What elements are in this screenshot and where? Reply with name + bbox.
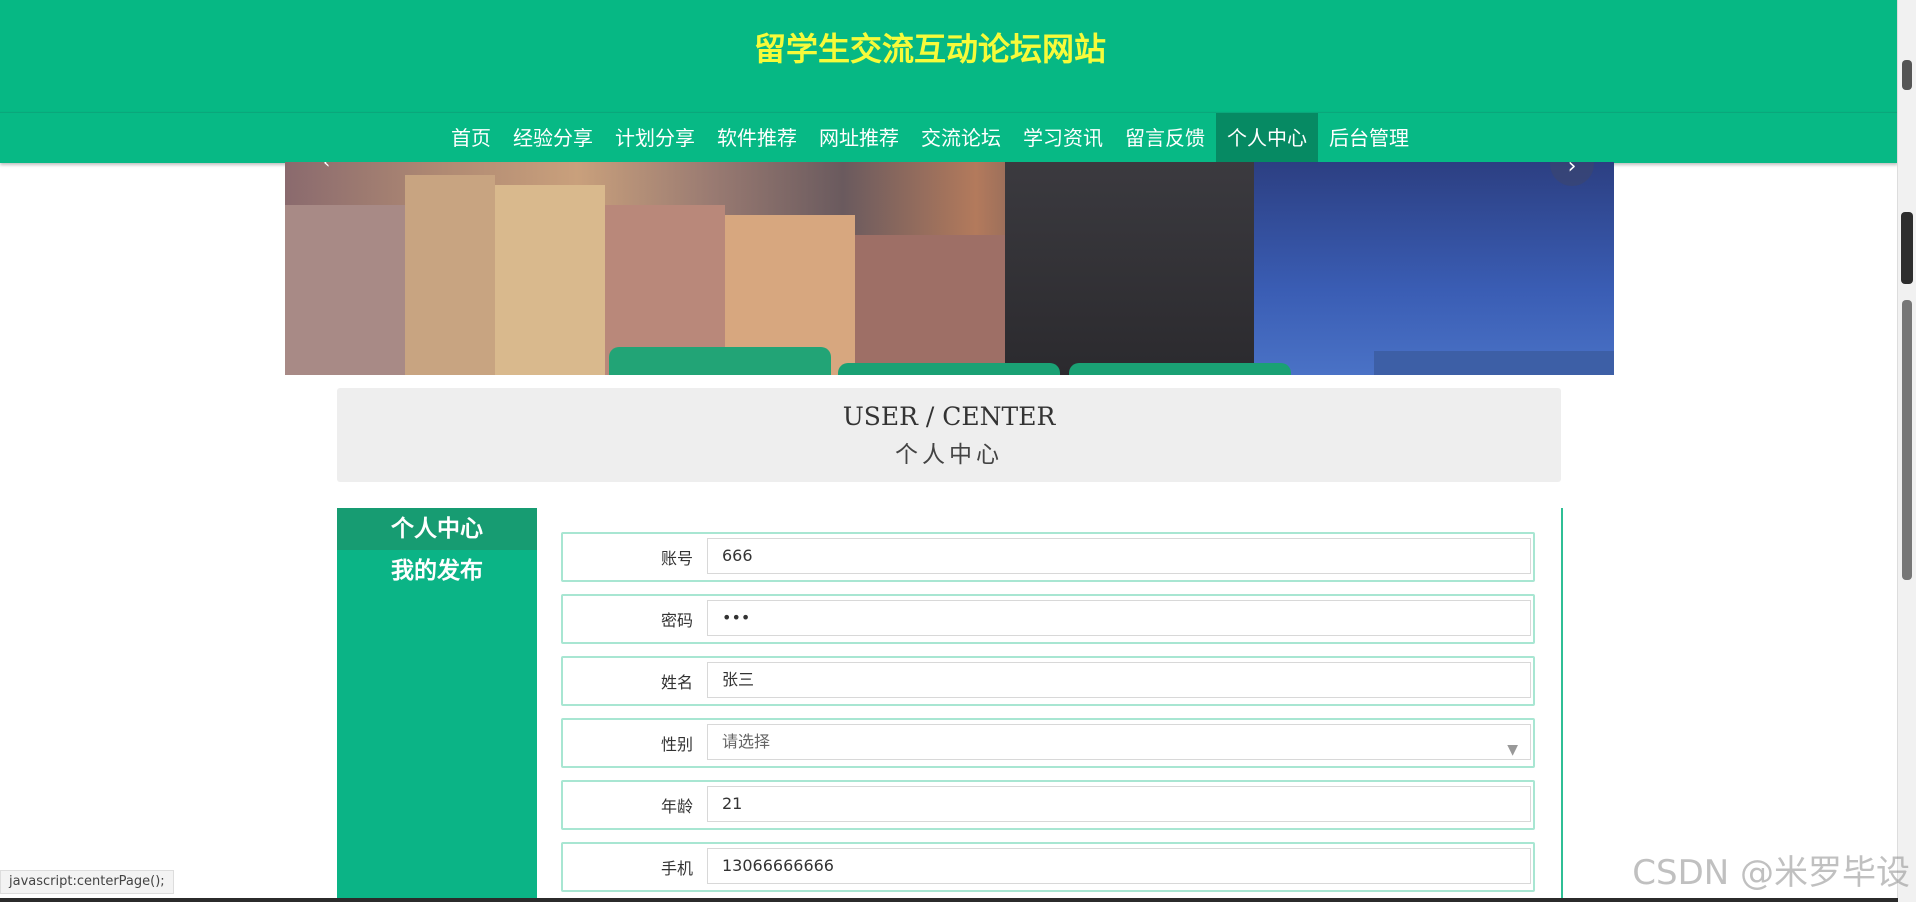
nav-item-admin[interactable]: 后台管理	[1318, 113, 1420, 163]
account-label: 账号	[660, 549, 693, 568]
nav-item-plan[interactable]: 计划分享	[604, 113, 706, 163]
form-row-gender: 性别 请选择 ▼	[561, 718, 1535, 768]
banner-building	[495, 185, 605, 375]
form-row-password: 密码 •••	[561, 594, 1535, 644]
scrollbar-up[interactable]	[1902, 60, 1912, 90]
age-input[interactable]: 21	[707, 786, 1531, 822]
scrollbar-track[interactable]	[1902, 300, 1912, 580]
form-row-age: 年龄 21	[561, 780, 1535, 830]
page-title: USER / CENTER 个人中心	[337, 388, 1561, 482]
account-input[interactable]: 666	[707, 538, 1531, 574]
nav-item-software[interactable]: 软件推荐	[706, 113, 808, 163]
scrollbar-thumb[interactable]	[1901, 212, 1913, 284]
profile-form: 账号 666 密码 ••• 姓名 张三 性别 请选择 ▼ 年龄 21 手机 13…	[537, 508, 1563, 902]
form-row-account: 账号 666	[561, 532, 1535, 582]
sidebar: 个人中心 我的发布	[337, 508, 537, 902]
banner-sea	[1374, 351, 1614, 375]
nav-item-news[interactable]: 学习资讯	[1012, 113, 1114, 163]
nav-item-websites[interactable]: 网址推荐	[808, 113, 910, 163]
banner-building	[285, 205, 405, 375]
site-title: 留学生交流互动论坛网站	[753, 30, 1106, 68]
age-label: 年龄	[660, 797, 693, 816]
banner-indicator[interactable]	[609, 347, 831, 375]
page-scrollbar[interactable]	[1897, 0, 1916, 902]
form-row-phone: 手机 13066666666	[561, 842, 1535, 892]
main-nav: 首页 经验分享 计划分享 软件推荐 网址推荐 交流论坛 学习资讯 留言反馈 个人…	[0, 112, 1898, 163]
watermark: CSDN @米罗毕设	[1632, 853, 1910, 893]
form-row-name: 姓名 张三	[561, 656, 1535, 706]
nav-item-home[interactable]: 首页	[440, 113, 502, 163]
bottom-divider	[0, 898, 1898, 902]
page-title-en: USER / CENTER	[842, 402, 1056, 431]
nav-item-user-center[interactable]: 个人中心	[1216, 113, 1318, 163]
chevron-left-icon[interactable]: ‹	[323, 162, 330, 173]
sidebar-item-user-center[interactable]: 个人中心	[337, 508, 537, 550]
name-label: 姓名	[660, 673, 693, 692]
banner-building	[405, 175, 495, 375]
gender-select-value: 请选择	[722, 732, 771, 751]
page-title-zh: 个人中心	[895, 442, 1003, 468]
phone-label: 手机	[660, 859, 693, 878]
nav-item-forum[interactable]: 交流论坛	[910, 113, 1012, 163]
gender-label: 性别	[660, 735, 693, 754]
gender-select[interactable]: 请选择 ▼	[707, 724, 1531, 760]
site-header: 留学生交流互动论坛网站	[0, 0, 1898, 112]
banner-indicator[interactable]	[838, 363, 1060, 375]
nav-item-experience[interactable]: 经验分享	[502, 113, 604, 163]
nav-item-feedback[interactable]: 留言反馈	[1114, 113, 1216, 163]
banner-carousel: ‹ ›	[285, 162, 1614, 375]
banner-sky	[1254, 162, 1614, 375]
sidebar-item-my-posts[interactable]: 我的发布	[337, 550, 537, 592]
password-label: 密码	[660, 611, 693, 630]
chevron-down-icon: ▼	[1507, 742, 1518, 758]
banner-indicator[interactable]	[1069, 363, 1291, 375]
banner-building	[855, 235, 1005, 375]
password-input[interactable]: •••	[707, 600, 1531, 636]
status-bar: javascript:centerPage();	[0, 870, 174, 894]
name-input[interactable]: 张三	[707, 662, 1531, 698]
phone-input[interactable]: 13066666666	[707, 848, 1531, 884]
